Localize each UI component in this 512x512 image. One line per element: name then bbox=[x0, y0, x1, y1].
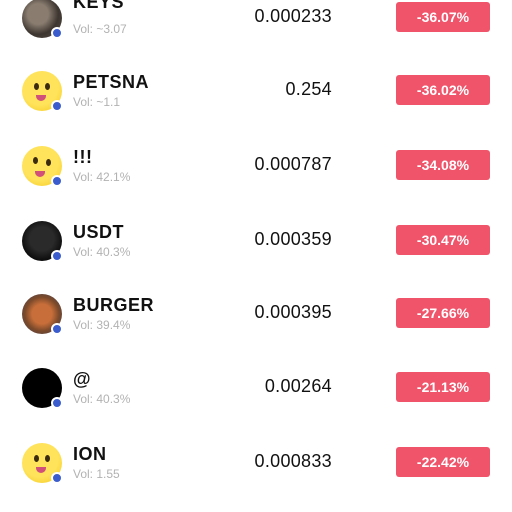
token-symbol: @ bbox=[73, 369, 92, 389]
chain-badge-icon bbox=[51, 27, 63, 39]
token-row[interactable]: USDT Vol: 40.3% 0.000359 -30.47% bbox=[0, 221, 512, 281]
chain-badge-icon bbox=[51, 250, 63, 262]
token-volume: Vol: 40.3% bbox=[73, 392, 131, 406]
change-badge[interactable]: -21.13% bbox=[396, 372, 490, 402]
token-volume: Vol: 40.3% bbox=[73, 245, 131, 259]
token-price: 0.00264 bbox=[264, 376, 332, 396]
token-symbol: KEYS bbox=[73, 0, 125, 12]
token-price: 0.000395 bbox=[254, 302, 332, 322]
change-badge[interactable]: -30.47% bbox=[396, 225, 490, 255]
token-volume: Vol: ~3.07 bbox=[73, 22, 127, 36]
token-row[interactable]: ION Vol: 1.55 0.000833 -22.42% bbox=[0, 443, 512, 503]
token-row[interactable]: KEYS Vol: ~3.07 0.000233 -36.07% bbox=[0, 0, 512, 58]
token-price: 0.000787 bbox=[254, 154, 332, 174]
token-volume: Vol: 39.4% bbox=[73, 318, 131, 332]
token-symbol: !!! bbox=[73, 147, 93, 167]
token-symbol: USDT bbox=[73, 222, 124, 242]
token-symbol: ION bbox=[73, 444, 107, 464]
change-badge[interactable]: -34.08% bbox=[396, 150, 490, 180]
token-price: 0.000233 bbox=[254, 6, 332, 26]
token-volume: Vol: ~1.1 bbox=[73, 95, 121, 109]
token-price: 0.254 bbox=[285, 79, 332, 99]
token-volume: Vol: 42.1% bbox=[73, 170, 131, 184]
change-badge[interactable]: -36.07% bbox=[396, 2, 490, 32]
change-badge[interactable]: -27.66% bbox=[396, 298, 490, 328]
token-symbol: BURGER bbox=[73, 295, 155, 315]
token-list: KEYS Vol: ~3.07 0.000233 -36.07% PETSNA … bbox=[0, 0, 512, 512]
chain-badge-icon bbox=[51, 175, 63, 187]
token-row[interactable]: !!! Vol: 42.1% 0.000787 -34.08% bbox=[0, 146, 512, 206]
chain-badge-icon bbox=[51, 100, 63, 112]
chain-badge-icon bbox=[51, 397, 63, 409]
chain-badge-icon bbox=[51, 323, 63, 335]
token-symbol: PETSNA bbox=[73, 72, 150, 92]
token-row[interactable]: BURGER Vol: 39.4% 0.000395 -27.66% bbox=[0, 294, 512, 354]
change-badge[interactable]: -36.02% bbox=[396, 75, 490, 105]
token-row[interactable]: @ Vol: 40.3% 0.00264 -21.13% bbox=[0, 368, 512, 428]
token-row[interactable]: PETSNA Vol: ~1.1 0.254 -36.02% bbox=[0, 71, 512, 131]
chain-badge-icon bbox=[51, 472, 63, 484]
token-price: 0.000833 bbox=[254, 451, 332, 471]
token-volume: Vol: 1.55 bbox=[73, 467, 120, 481]
token-price: 0.000359 bbox=[254, 229, 332, 249]
change-badge[interactable]: -22.42% bbox=[396, 447, 490, 477]
